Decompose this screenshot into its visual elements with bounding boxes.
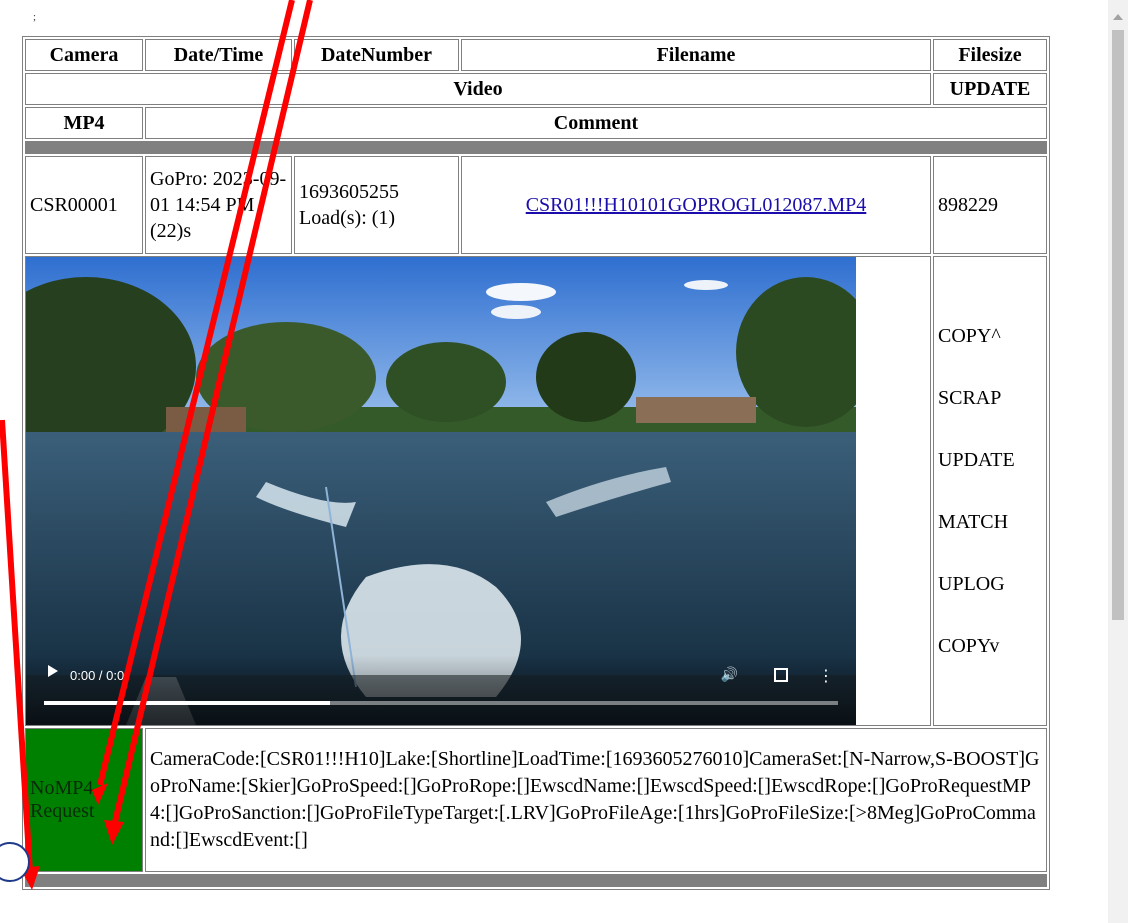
header-filename: Filename [461, 39, 931, 71]
header-row: Camera Date/Time DateNumber Filename Fil… [25, 39, 1047, 71]
header-mp4: MP4 [25, 107, 143, 139]
video-player[interactable]: 0:00 / 0:0 🔊 ⋮ [26, 257, 856, 725]
filename-link[interactable]: CSR01!!!H10101GOPROGL012087.MP4 [526, 194, 867, 216]
action-copy-down[interactable]: COPYv [938, 633, 1042, 659]
table-row: CSR00001 GoPro: 2023-09-01 14:54 PM (22)… [25, 156, 1047, 254]
header-filesize: Filesize [933, 39, 1047, 71]
action-match[interactable]: MATCH [938, 509, 1042, 535]
seek-bar[interactable] [44, 701, 838, 705]
action-copy-up[interactable]: COPY^ [938, 323, 1042, 349]
header-datetime: Date/Time [145, 39, 292, 71]
cell-filesize: 898229 [933, 156, 1047, 254]
header-camera: Camera [25, 39, 143, 71]
video-time: 0:00 / 0:0 [70, 668, 125, 683]
header-comment: Comment [145, 107, 1047, 139]
action-update[interactable]: UPDATE [938, 447, 1042, 473]
mp4-status-text: NoMP4 Request [30, 777, 95, 822]
cell-datenumber: 1693605255 Load(s): (1) [294, 156, 459, 254]
header-video: Video [25, 73, 931, 105]
scroll-up-icon[interactable] [1113, 14, 1123, 20]
vertical-scrollbar[interactable] [1108, 0, 1128, 923]
volume-icon[interactable]: 🔊 [721, 667, 738, 683]
seek-bar-progress [44, 701, 330, 705]
video-row: 0:00 / 0:0 🔊 ⋮ COPY^ SCRAP UPDATE MATCH … [25, 256, 1047, 726]
cell-camera: CSR00001 [25, 156, 143, 254]
semicolon-text: ; [33, 11, 37, 23]
video-table: Camera Date/Time DateNumber Filename Fil… [22, 36, 1050, 890]
actions-cell: COPY^ SCRAP UPDATE MATCH UPLOG COPYv [933, 256, 1047, 726]
separator-row-bottom [25, 874, 1047, 887]
header-update: UPDATE [933, 73, 1047, 105]
header-row-comment: MP4 Comment [25, 107, 1047, 139]
separator-row [25, 141, 1047, 154]
more-options-icon[interactable]: ⋮ [818, 666, 834, 685]
action-scrap[interactable]: SCRAP [938, 385, 1042, 411]
fullscreen-icon[interactable] [774, 668, 788, 682]
comment-cell: CameraCode:[CSR01!!!H10]Lake:[Shortline]… [145, 728, 1047, 872]
comment-row: NoMP4 Request CameraCode:[CSR01!!!H10]La… [25, 728, 1047, 872]
cell-filename: CSR01!!!H10101GOPROGL012087.MP4 [461, 156, 931, 254]
header-datenumber: DateNumber [294, 39, 459, 71]
video-controls [26, 655, 856, 725]
cell-datetime: GoPro: 2023-09-01 14:54 PM (22)s [145, 156, 292, 254]
mp4-status-cell: NoMP4 Request [25, 728, 143, 872]
play-icon[interactable] [48, 665, 58, 677]
scrollbar-thumb[interactable] [1112, 30, 1124, 620]
header-row-video: Video UPDATE [25, 73, 1047, 105]
video-cell: 0:00 / 0:0 🔊 ⋮ [25, 256, 931, 726]
action-uplog[interactable]: UPLOG [938, 571, 1042, 597]
